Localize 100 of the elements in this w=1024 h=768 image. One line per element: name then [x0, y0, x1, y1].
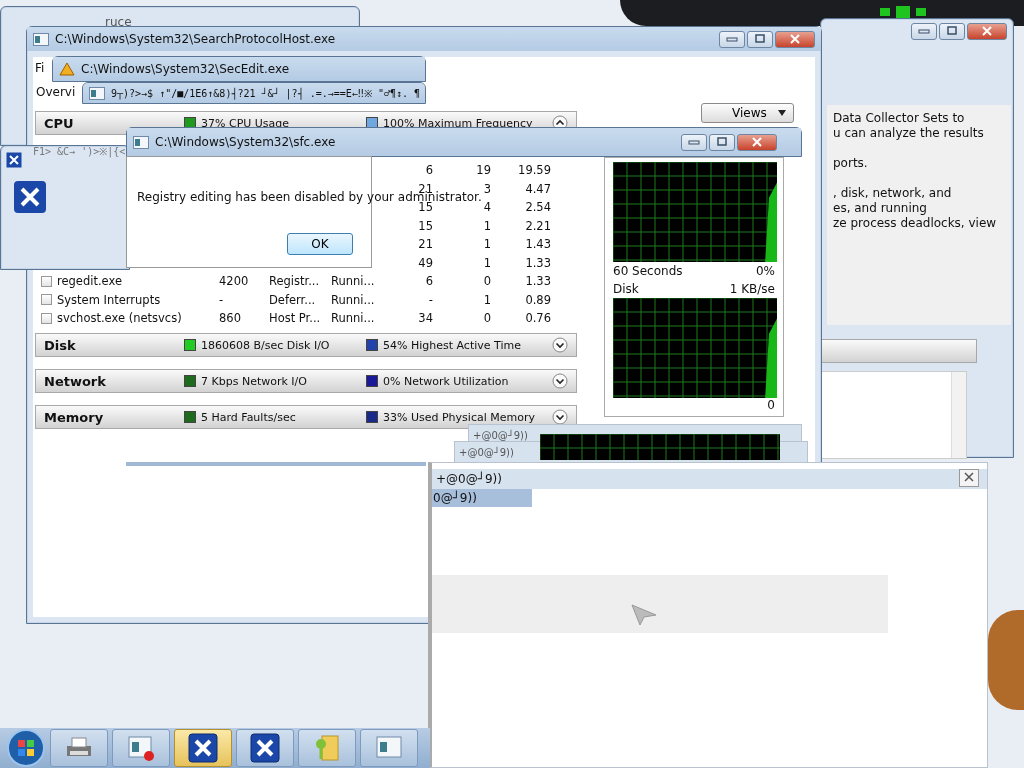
table-cell-text: 4 [482, 200, 491, 215]
close-x-icon [13, 180, 47, 214]
maximize-button[interactable] [709, 133, 735, 151]
table-cell-text: 1 [482, 218, 491, 233]
maximize-icon [946, 26, 958, 36]
ok-button[interactable]: OK [287, 233, 353, 255]
section-title: CPU [44, 115, 75, 131]
section-title: Memory [44, 409, 105, 425]
maximize-button[interactable] [747, 30, 773, 48]
description-text: ports. [833, 156, 869, 171]
description-text: Data Collector Sets to [833, 111, 966, 126]
table-cell-text: Runni... [331, 292, 376, 307]
window-icon [133, 135, 149, 149]
metric-label: 1860608 B/sec Disk I/O [201, 338, 330, 352]
graph-value: 1 KB/se [729, 282, 775, 296]
views-dropdown[interactable]: Views [701, 103, 794, 123]
table-cell-text: Runni... [331, 274, 376, 289]
close-x-icon [188, 733, 218, 763]
table-cell-text: Runni... [331, 311, 376, 326]
dropdown-caret-icon [776, 109, 787, 117]
metric-label: 37% CPU Usage [201, 116, 290, 130]
close-button[interactable] [967, 22, 1007, 40]
table-cell-text: 0 [482, 311, 491, 326]
window-title: C:\Windows\System32\sfc.exe [155, 135, 336, 149]
close-x-icon [6, 152, 22, 168]
metric-label: 5 Hard Faults/sec [201, 410, 296, 424]
description-text: u can analyze the results [833, 126, 985, 141]
minimize-icon [726, 36, 738, 42]
minimize-icon [688, 139, 700, 145]
section-title: Disk [44, 337, 77, 353]
table-cell-text: 0.89 [524, 292, 551, 307]
window-title: 9┬)?>→$ ↑"/■/1E6↑&8)┤?21 ┘&┘ |?┤ .=.→==E←‼※ "♂¶↕. ¶ [111, 86, 421, 100]
close-icon [981, 26, 993, 36]
close-button[interactable] [737, 133, 777, 151]
maximize-icon [754, 34, 766, 44]
description-text: ze process deadlocks, view [833, 216, 998, 231]
checkbox[interactable] [41, 275, 52, 287]
dialog-title: +@0@┘9)) [473, 429, 528, 441]
table-cell-text: Host Pr... [269, 311, 322, 326]
table-cell-text: 49 [417, 255, 433, 270]
minimize-icon [918, 28, 930, 34]
window-icon [33, 32, 49, 46]
table-cell-text: 2.54 [524, 200, 551, 215]
window-title: C:\Windows\System32\SecEdit.exe [81, 62, 290, 76]
table-cell-text: 19.59 [517, 163, 551, 178]
close-button[interactable] [775, 30, 815, 48]
taskbar-button[interactable] [50, 729, 108, 767]
section-header[interactable]: Memory 5 Hard Faults/sec 33% Used Physical Memory [35, 405, 577, 429]
close-x-icon [250, 733, 280, 763]
checkbox[interactable] [41, 294, 52, 306]
expand-icon[interactable] [552, 409, 568, 425]
table-cell-text: 6 [424, 163, 433, 178]
section-header[interactable]: Disk 1860608 B/sec Disk I/O 54% Highest Active Time [35, 333, 577, 357]
table-cell-text: 6 [424, 274, 433, 289]
description-text: es, and running [833, 201, 928, 216]
table-cell-text: Deferr... [269, 292, 317, 307]
table-cell-text: svchost.exe (netsvcs) [57, 311, 183, 326]
maximize-button[interactable] [939, 22, 965, 40]
window-title: ruce [105, 15, 132, 29]
graph-label: Disk [613, 282, 639, 296]
metric-label: 0% Network Utilization [383, 374, 509, 388]
table-cell-text: 4200 [219, 274, 250, 289]
expand-icon[interactable] [552, 373, 568, 389]
table-cell-text: 860 [219, 311, 242, 326]
expand-icon[interactable] [552, 337, 568, 353]
table-cell-text: 19 [475, 163, 491, 178]
dialog-title: +@0@┘9)) [436, 472, 502, 486]
checkbox[interactable] [41, 312, 52, 324]
tab[interactable]: Overvi [34, 81, 78, 103]
taskbar-button[interactable] [236, 729, 294, 767]
taskbar-button[interactable] [174, 729, 232, 767]
table-cell-text: 1 [482, 292, 491, 307]
menu-item[interactable]: Fi [33, 57, 47, 79]
minimize-button[interactable] [719, 30, 745, 48]
minimize-button[interactable] [681, 133, 707, 151]
close-icon [751, 137, 763, 147]
table-cell-text: 1 [482, 237, 491, 252]
table-cell-text: 1.43 [524, 237, 551, 252]
table-cell-text: 21 [417, 237, 433, 252]
window-icon [89, 86, 105, 100]
taskbar-button[interactable] [112, 729, 170, 767]
minimize-button[interactable] [911, 22, 937, 40]
metric-label: 7 Kbps Network I/O [201, 374, 307, 388]
table-cell-text: 0.76 [524, 311, 551, 326]
list-item[interactable]: 0@┘9)) [432, 489, 532, 507]
close-button[interactable] [959, 469, 979, 487]
table-cell-text: System Interrupts [57, 292, 162, 307]
taskbar-button[interactable] [360, 729, 418, 767]
table-cell-text: regedit.exe [57, 274, 123, 289]
close-icon [963, 470, 975, 483]
table-cell-text: Registr... [269, 274, 321, 289]
start-button[interactable] [6, 728, 46, 768]
description-text: , disk, network, and [833, 186, 953, 201]
table-cell-text: 2.21 [524, 218, 551, 233]
table-cell-text: 0 [482, 274, 491, 289]
table-cell-text: - [219, 292, 225, 307]
table-cell-text: 34 [417, 311, 433, 326]
table-cell-text: 15 [417, 218, 433, 233]
garbled-text: F1> &C→ ')>※|{< [33, 145, 126, 158]
section-header[interactable]: Network 7 Kbps Network I/O 0% Network Utilization [35, 369, 577, 393]
